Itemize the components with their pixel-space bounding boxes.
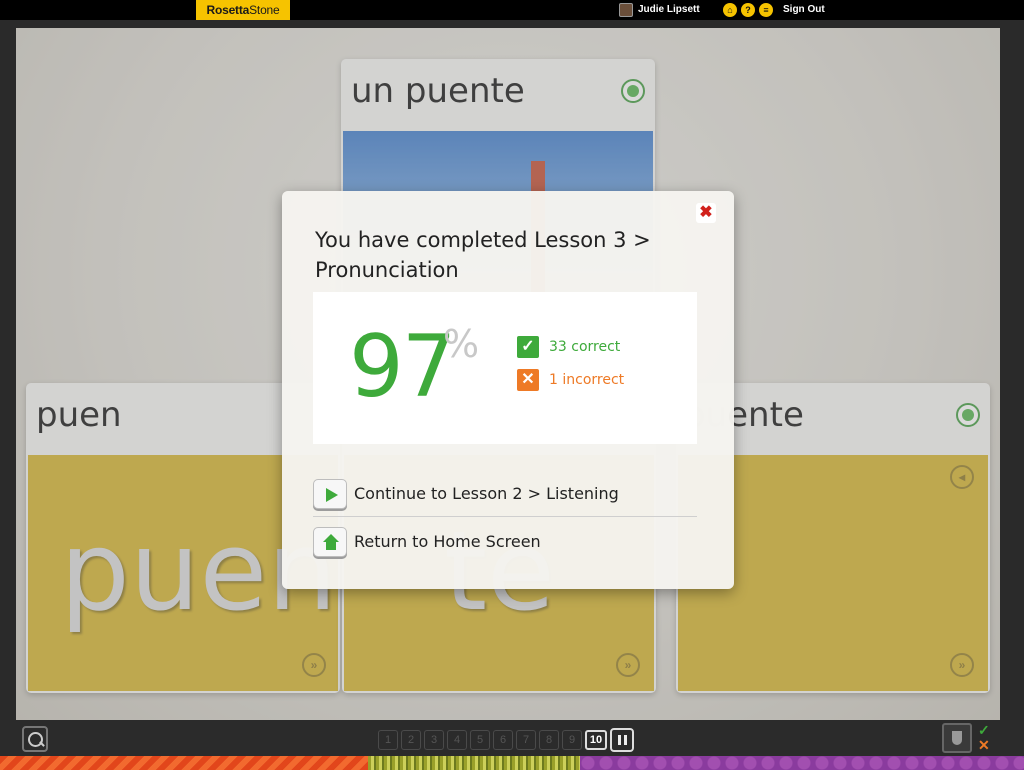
x-icon: ✕ (517, 369, 539, 391)
brand-right: Stone (249, 3, 280, 17)
continue-label[interactable]: Continue to Lesson 2 > Listening (354, 482, 619, 506)
magnifier-icon[interactable] (22, 726, 48, 752)
decorative-strip (0, 756, 1024, 770)
lesson-complete-dialog: ✖ You have completed Lesson 3 > Pronunci… (282, 191, 734, 589)
page-5[interactable]: 5 (470, 730, 490, 750)
menu-icon[interactable]: ≡ (759, 3, 773, 17)
help-icon[interactable]: ? (741, 3, 755, 17)
screen-pager: 1 2 3 4 5 6 7 8 9 10 (378, 730, 607, 750)
page-8[interactable]: 8 (539, 730, 559, 750)
incorrect-count: 1 incorrect (549, 372, 625, 388)
strip-green (368, 756, 580, 770)
score-panel: 97 % ✓ 33 correct ✕ 1 incorrect (313, 292, 697, 444)
home-button[interactable] (313, 527, 347, 557)
strip-purple (580, 756, 1024, 770)
page-2[interactable]: 2 (401, 730, 421, 750)
home-label[interactable]: Return to Home Screen (354, 530, 541, 554)
x-icon: ✕ (978, 737, 990, 753)
strip-orange (0, 756, 368, 770)
close-icon[interactable]: ✖ (696, 203, 716, 223)
page-1[interactable]: 1 (378, 730, 398, 750)
page-7[interactable]: 7 (516, 730, 536, 750)
correct-count: 33 correct (549, 339, 621, 355)
brand-left: Rosetta (206, 3, 250, 17)
page-6[interactable]: 6 (493, 730, 513, 750)
dialog-title: You have completed Lesson 3 > Pronunciat… (315, 228, 651, 282)
home-icon (323, 534, 339, 550)
score-trophy-icon[interactable] (942, 723, 972, 753)
page-9[interactable]: 9 (562, 730, 582, 750)
rosetta-stone-logo: RosettaStone (196, 0, 290, 20)
score-percent-sign: % (443, 322, 480, 366)
user-avatar[interactable] (619, 3, 633, 17)
pause-icon[interactable] (610, 728, 634, 752)
bottom-bar: 1 2 3 4 5 6 7 8 9 10 ✓ ✕ (0, 720, 1024, 756)
score-value: 97 (349, 317, 456, 417)
sign-out-link[interactable]: Sign Out (783, 0, 825, 20)
page-10-current[interactable]: 10 (585, 730, 607, 750)
page-3[interactable]: 3 (424, 730, 444, 750)
play-icon (326, 488, 338, 502)
home-option[interactable]: Return to Home Screen (313, 527, 697, 567)
divider (313, 516, 697, 517)
top-bar: RosettaStone Judie Lipsett ⌂ ? ≡ Sign Ou… (0, 0, 1024, 20)
continue-button[interactable] (313, 479, 347, 509)
continue-option[interactable]: Continue to Lesson 2 > Listening (313, 479, 697, 519)
user-name[interactable]: Judie Lipsett (638, 0, 700, 20)
page-4[interactable]: 4 (447, 730, 467, 750)
home-icon[interactable]: ⌂ (723, 3, 737, 17)
check-icon: ✓ (517, 336, 539, 358)
